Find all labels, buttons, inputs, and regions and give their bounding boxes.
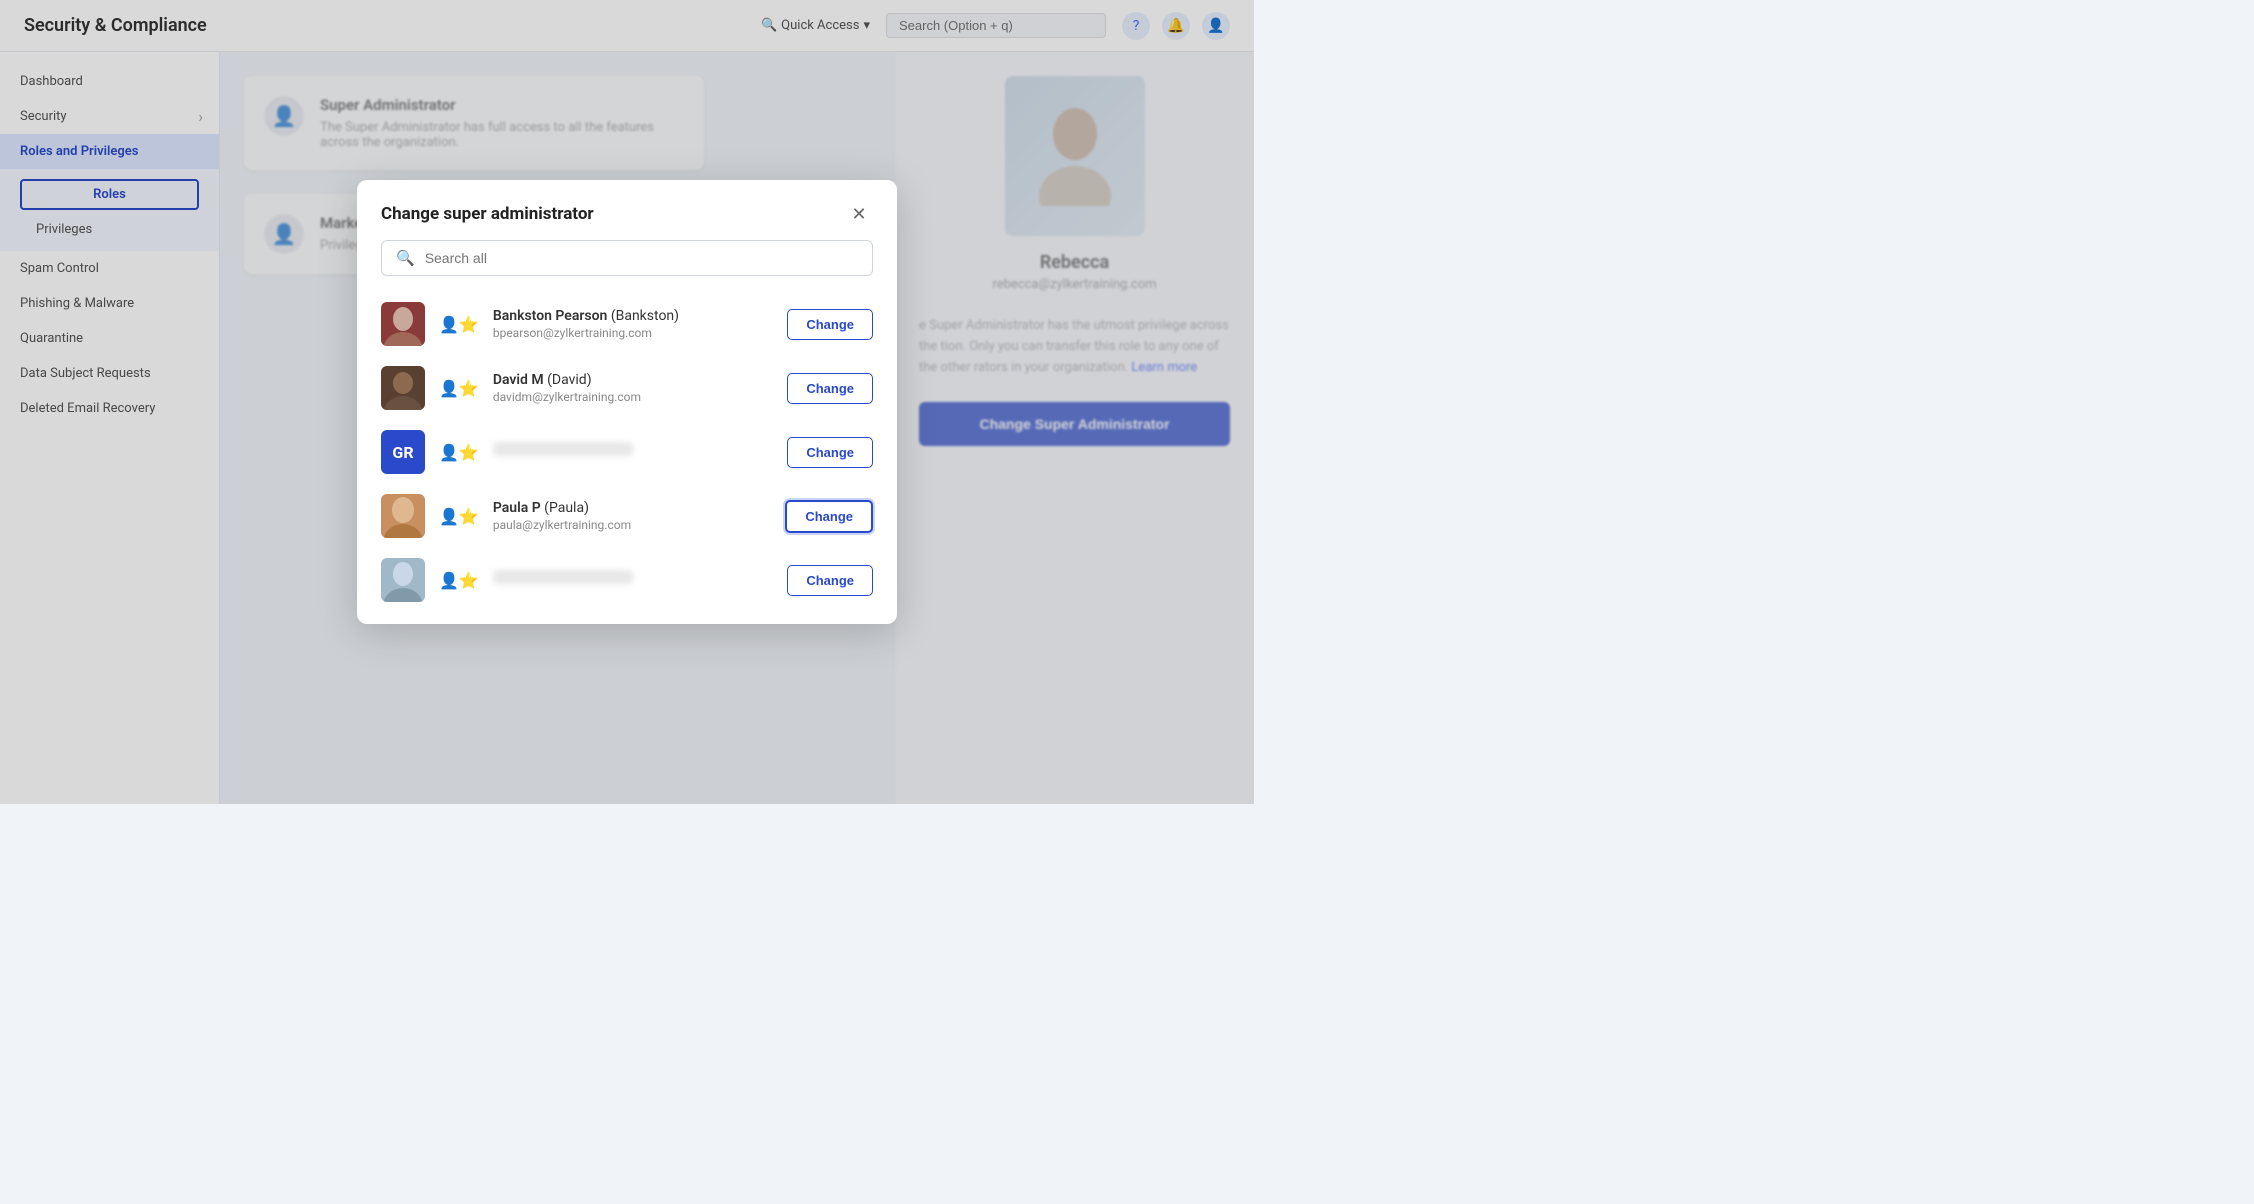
modal-user-list: 👤⭐ Bankston Pearson (Bankston) bpearson@… — [357, 288, 897, 624]
user-email: paula@zylkertraining.com — [493, 518, 771, 532]
modal-search-input[interactable] — [425, 250, 858, 266]
user-info: Bankston Pearson (Bankston) bpearson@zyl… — [493, 308, 773, 340]
user-avatar: GR — [381, 430, 425, 474]
user-info: Paula P (Paula) paula@zylkertraining.com — [493, 500, 771, 532]
user-avatar — [381, 302, 425, 346]
user-avatar — [381, 558, 425, 602]
change-button-user3[interactable]: Change — [787, 437, 873, 468]
change-button-user2[interactable]: Change — [787, 373, 873, 404]
change-button-user1[interactable]: Change — [787, 309, 873, 340]
modal-title: Change super administrator — [381, 204, 594, 224]
list-item: 👤⭐ David M (David) davidm@zylkertraining… — [357, 356, 897, 420]
user-info — [493, 442, 773, 462]
list-item: 👤⭐ Change — [357, 548, 897, 612]
list-item: 👤⭐ Paula P (Paula) paula@zylkertraining.… — [357, 484, 897, 548]
user-role-icon: 👤⭐ — [439, 507, 479, 526]
change-button-user4[interactable]: Change — [785, 500, 873, 533]
user-email: davidm@zylkertraining.com — [493, 390, 773, 404]
user-name: Paula P (Paula) — [493, 500, 771, 516]
user-role-icon: 👤⭐ — [439, 571, 479, 590]
list-item: GR 👤⭐ Change — [357, 420, 897, 484]
user-name-blurred — [493, 442, 773, 460]
user-name-blurred — [493, 570, 773, 588]
modal-search-icon: 🔍 — [396, 249, 415, 267]
modal-header: Change super administrator ✕ — [357, 180, 897, 240]
user-role-icon: 👤⭐ — [439, 379, 479, 398]
change-button-user5[interactable]: Change — [787, 565, 873, 596]
user-name: Bankston Pearson (Bankston) — [493, 308, 773, 324]
change-admin-modal: Change super administrator ✕ 🔍 👤⭐ Bankst… — [357, 180, 897, 624]
user-avatar — [381, 366, 425, 410]
user-avatar — [381, 494, 425, 538]
user-email: bpearson@zylkertraining.com — [493, 326, 773, 340]
modal-close-button[interactable]: ✕ — [845, 200, 873, 228]
list-item: 👤⭐ Bankston Pearson (Bankston) bpearson@… — [357, 292, 897, 356]
user-role-icon: 👤⭐ — [439, 443, 479, 462]
user-role-icon: 👤⭐ — [439, 315, 479, 334]
user-info — [493, 570, 773, 590]
user-info: David M (David) davidm@zylkertraining.co… — [493, 372, 773, 404]
user-name: David M (David) — [493, 372, 773, 388]
modal-search-bar[interactable]: 🔍 — [381, 240, 873, 276]
